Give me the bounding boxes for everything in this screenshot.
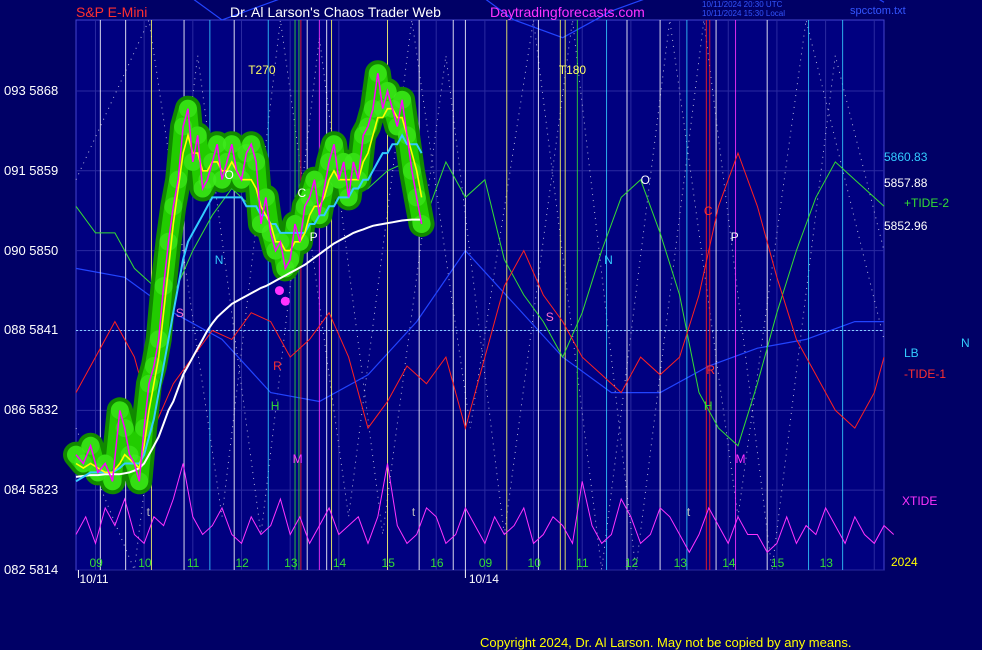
pivot-label: P [309, 230, 318, 245]
pivot-label: C [297, 185, 307, 200]
curve-letter: R [706, 363, 715, 378]
x-hour-label: 09 [478, 556, 493, 570]
curve-letter: R [273, 358, 282, 373]
x-hour-label: 13 [284, 556, 298, 570]
y-tick-label: 090 5850 [4, 242, 59, 258]
curve-letter: S [175, 305, 184, 320]
site-url-link[interactable]: Daytradingforecasts.com [490, 4, 645, 20]
curve-letter: C [703, 203, 713, 218]
curve-letter: H [270, 398, 280, 413]
x-hour-label: 14 [332, 556, 347, 570]
right-label: LB [904, 346, 919, 360]
curve-letter: P [730, 230, 739, 245]
curve-letter: t [411, 505, 416, 520]
curve-letter: N [604, 252, 613, 267]
curve-letter: H [703, 398, 713, 413]
right-label: 2024 [891, 555, 918, 569]
price-point [412, 215, 431, 234]
x-hour-label: 15 [770, 556, 785, 570]
right-label: +TIDE-2 [904, 196, 950, 210]
x-hour-label: 11 [186, 556, 200, 570]
curve-letter: M [292, 452, 303, 467]
pivot-label: O [224, 168, 234, 183]
source-file: spcctom.txt [850, 5, 906, 17]
y-tick-label: 086 5832 [4, 402, 59, 418]
x-hour-label: 15 [381, 556, 395, 570]
instrument-title: S&P E-Mini [76, 4, 148, 20]
pivot-marker [280, 296, 290, 306]
right-label: -TIDE-1 [904, 367, 946, 381]
curve-letter: O [640, 172, 650, 187]
x-hour-label: 12 [624, 556, 639, 570]
x-hour-label: 10 [527, 556, 541, 570]
right-label: 5860.83 [884, 150, 928, 164]
curve-letter: M [735, 452, 746, 467]
copyright: Copyright 2024, Dr. Al Larson. May not b… [480, 635, 852, 650]
right-label: 5852.96 [884, 219, 928, 233]
timestamp-utc: 10/11/2024 20:30 UTC [702, 0, 783, 9]
right-label: XTIDE [902, 494, 938, 508]
x-hour-label: 13 [673, 556, 687, 570]
timestamp-local: 10/11/2024 15:30 Local [702, 9, 786, 18]
x-hour-label: 16 [430, 556, 444, 570]
right-label: N [961, 336, 970, 350]
curve-letter: t [146, 505, 150, 520]
right-label: 5857.88 [884, 176, 928, 190]
chart-canvas [63, 0, 895, 578]
x-date-label: 10/14 [468, 572, 499, 586]
curve-letter: t [686, 505, 691, 520]
y-tick-label: 093 5868 [4, 82, 59, 98]
x-hour-label: 11 [576, 556, 589, 570]
y-tick-label: 088 5841 [4, 322, 59, 338]
pivot-marker [274, 286, 284, 296]
time-marker-label: T270 [248, 63, 276, 77]
time-marker-label: T180 [558, 63, 587, 77]
x-hour-label: 14 [722, 556, 736, 570]
y-tick-label: 091 5859 [4, 162, 59, 178]
x-hour-label: 13 [819, 556, 833, 570]
x-hour-label: 12 [235, 556, 249, 570]
y-tick-label: 084 5823 [4, 482, 59, 498]
curve-letter: S [545, 310, 554, 325]
x-hour-label: 09 [89, 556, 103, 570]
site-title: Dr. Al Larson's Chaos Trader Web [230, 4, 441, 20]
x-date-label: 10/11 [79, 572, 109, 586]
y-tick-label: 082 5814 [4, 562, 59, 577]
curve-letter: N [214, 252, 224, 267]
x-hour-label: 10 [138, 556, 152, 570]
